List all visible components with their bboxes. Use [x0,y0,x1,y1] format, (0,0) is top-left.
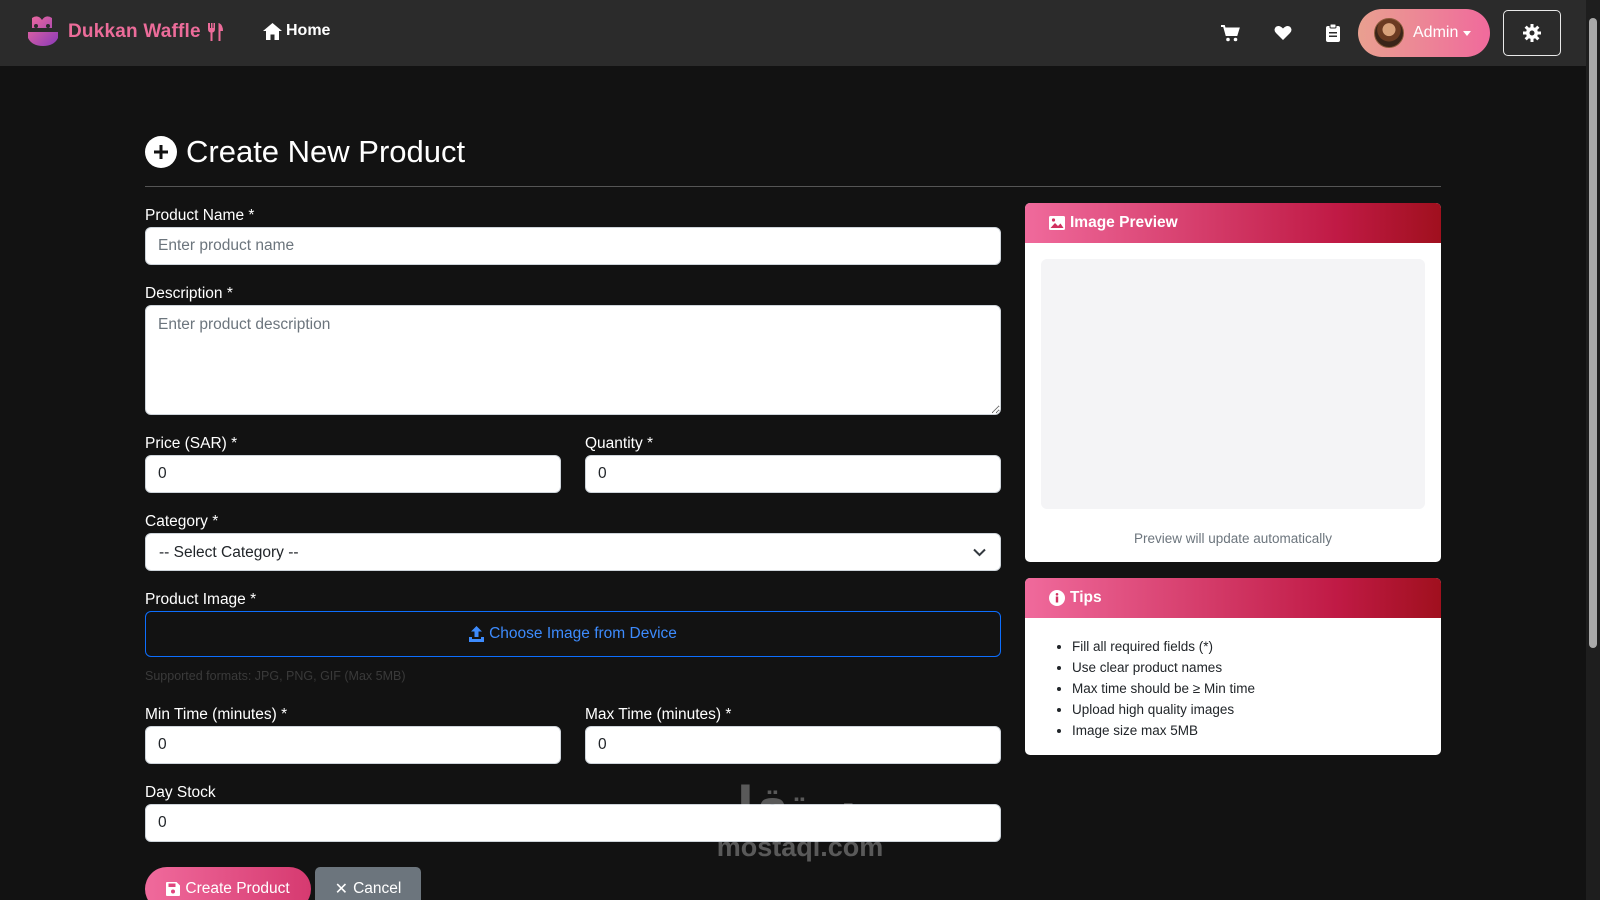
image-preview-area [1041,259,1425,509]
description-textarea[interactable] [145,305,1001,415]
wishlist-button[interactable] [1272,22,1294,44]
min-time-label: Min Time (minutes) * [145,706,288,723]
choose-image-label: Choose Image from Device [489,625,677,642]
tips-title: Tips [1070,589,1102,606]
tip-item: Upload high quality images [1072,699,1441,720]
brand-name[interactable]: Dukkan Waffle [68,21,201,43]
close-icon: ✕ [334,881,349,898]
min-time-input[interactable] [145,726,561,764]
category-label: Category * [145,513,219,530]
title-divider [145,186,1441,187]
product-name-label: Product Name * [145,207,255,224]
choose-image-button[interactable]: Choose Image from Device [145,611,1001,657]
gear-icon [1523,24,1541,42]
theme-settings-button[interactable] [1503,10,1561,56]
quantity-input[interactable] [585,455,1001,493]
image-icon [1049,216,1065,230]
price-label: Price (SAR) * [145,435,238,452]
product-name-input[interactable] [145,227,1001,265]
brand[interactable]: Dukkan Waffle [24,12,225,52]
nav-home-label: Home [286,22,331,39]
image-preview-title: Image Preview [1070,214,1178,231]
day-stock-label: Day Stock [145,784,216,801]
page-scrollbar-thumb[interactable] [1589,18,1597,648]
image-preview-card: Image Preview Preview will update automa… [1025,203,1441,562]
plus-circle-icon [145,136,177,168]
watermark-latin: mostaql.com [716,832,884,862]
cancel-button[interactable]: ✕ Cancel [315,867,421,900]
brand-logo [28,16,58,46]
tips-list: Fill all required fields (*) Use clear p… [1025,618,1441,741]
avatar [1374,18,1404,48]
fork-knife-icon [207,23,223,41]
tip-item: Fill all required fields (*) [1072,636,1441,657]
upload-icon [469,626,485,642]
max-time-label: Max Time (minutes) * [585,706,732,723]
tip-item: Max time should be ≥ Min time [1072,678,1441,699]
description-label: Description * [145,285,233,302]
tip-item: Image size max 5MB [1072,720,1441,741]
category-select[interactable]: -- Select Category -- [145,533,1001,571]
top-navbar: Dukkan Waffle Home Admin [0,0,1586,66]
create-product-label: Create Product [185,880,290,897]
admin-dropdown-button[interactable]: Admin [1358,9,1490,57]
watermark-arabic: مستقل [712,777,888,833]
page-title: Create New Product [145,134,465,170]
image-help-text: Supported formats: JPG, PNG, GIF (Max 5M… [145,669,406,683]
image-preview-header: Image Preview [1025,203,1441,243]
heart-icon [1274,25,1292,40]
tip-item: Use clear product names [1072,657,1441,678]
watermark: مستقل mostaql.com [700,780,900,863]
nav-home-link[interactable]: Home [263,22,330,40]
page-title-text: Create New Product [186,134,466,169]
home-icon [263,22,282,40]
quantity-label: Quantity * [585,435,654,452]
orders-button[interactable] [1322,22,1344,44]
caret-down-icon [1463,30,1472,36]
cart-button[interactable] [1219,22,1241,44]
cart-icon [1220,24,1240,41]
max-time-input[interactable] [585,726,1001,764]
cancel-label: Cancel [353,880,402,897]
clipboard-icon [1326,24,1340,42]
create-product-button[interactable]: Create Product [145,867,311,900]
price-input[interactable] [145,455,561,493]
tips-card: Tips Fill all required fields (*) Use cl… [1025,578,1441,755]
admin-label: Admin [1413,24,1459,41]
category-selected-value: -- Select Category -- [159,544,299,561]
product-image-label: Product Image * [145,591,257,608]
preview-note: Preview will update automatically [1133,531,1333,546]
tips-header: Tips [1025,578,1441,618]
chevron-down-icon [973,548,986,557]
info-icon [1049,590,1065,606]
save-icon [166,882,181,896]
